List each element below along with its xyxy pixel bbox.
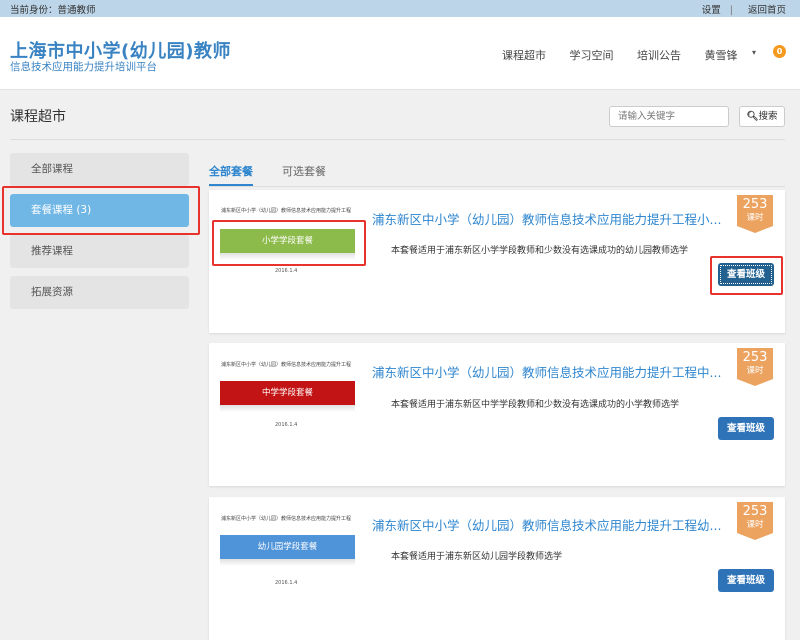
main-nav: 课程超市 学习空间 培训公告 黄雪锋 xyxy=(502,47,758,63)
current-identity: 当前身份：普通教师 xyxy=(10,5,96,16)
highlight-box-button xyxy=(710,256,783,295)
view-classes-button[interactable]: 查看班级 xyxy=(718,569,774,592)
package-card: 浦东新区中小学（幼儿园）教师信息技术应用能力提升工程 幼儿园学段套餐 2016.… xyxy=(209,497,785,640)
hours-unit: 课时 xyxy=(746,213,764,223)
hours-badge: 253 课时 xyxy=(737,502,773,540)
search-input[interactable] xyxy=(609,106,729,127)
site-subtitle: 信息技术应用能力提升培训平台 xyxy=(10,61,157,73)
user-dropdown-caret-icon[interactable]: ▾ xyxy=(752,48,756,57)
hours-badge: 253 课时 xyxy=(737,348,773,386)
sidebar-item-all-courses[interactable]: 全部课程 xyxy=(10,153,189,186)
hours-unit: 课时 xyxy=(746,520,764,530)
site-header: 上海市中小学(幼儿园)教师 信息技术应用能力提升培训平台 课程超市 学习空间 培… xyxy=(0,17,800,90)
hours-badge: 253 课时 xyxy=(737,195,773,233)
thumbnail-footer: 2016.1.4 xyxy=(275,268,298,274)
hours-value: 253 xyxy=(742,504,768,519)
thumbnail-title: 浦东新区中小学（幼儿园）教师信息技术应用能力提升工程 xyxy=(221,208,352,214)
nav-user-name[interactable]: 黄雪锋 xyxy=(705,49,738,62)
view-classes-button[interactable]: 查看班级 xyxy=(718,417,774,440)
highlight-box-sidebar xyxy=(2,186,200,235)
thumbnail-footer: 2016.1.4 xyxy=(275,580,298,586)
thumbnail-title: 浦东新区中小学（幼儿园）教师信息技术应用能力提升工程 xyxy=(221,362,352,368)
thumbnail-title: 浦东新区中小学（幼儿园）教师信息技术应用能力提升工程 xyxy=(221,516,352,522)
thumbnail-footer: 2016.1.4 xyxy=(275,422,298,428)
search-button-label: 搜索 xyxy=(758,111,778,122)
package-title[interactable]: 浦东新区中小学（幼儿园）教师信息技术应用能力提升工程幼... xyxy=(372,515,721,534)
package-description: 本套餐适用于浦东新区中学学段教师和少数没有选课成功的小学教师选学 xyxy=(391,400,680,410)
package-description: 本套餐适用于浦东新区幼儿园学段教师选学 xyxy=(391,552,563,562)
package-card: 浦东新区中小学（幼儿园）教师信息技术应用能力提升工程 中学学段套餐 2016.1… xyxy=(209,343,785,486)
package-title[interactable]: 浦东新区中小学（幼儿园）教师信息技术应用能力提升工程小... xyxy=(372,209,721,228)
top-links: 设置 | 返回首页 xyxy=(696,2,786,16)
search-button[interactable]: 🔍︎搜索 xyxy=(739,106,785,127)
page-divider xyxy=(10,139,785,140)
hours-value: 253 xyxy=(742,197,768,212)
page-title: 课程超市 xyxy=(10,109,66,125)
hours-unit: 课时 xyxy=(746,366,764,376)
highlight-box-thumbnail xyxy=(212,220,366,266)
nav-learning-space[interactable]: 学习空间 xyxy=(570,49,614,62)
tab-optional-packages[interactable]: 可选套餐 xyxy=(282,163,326,179)
hours-value: 253 xyxy=(742,350,768,365)
settings-link[interactable]: 设置 xyxy=(702,5,721,16)
notification-badge[interactable]: 0 xyxy=(773,45,786,58)
top-links-separator: | xyxy=(729,5,733,16)
package-description: 本套餐适用于浦东新区小学学段教师和少数没有选课成功的幼儿园教师选学 xyxy=(391,246,689,256)
thumbnail-banner[interactable]: 中学学段套餐 xyxy=(220,381,355,412)
thumbnail-banner[interactable]: 幼儿园学段套餐 xyxy=(220,535,355,566)
top-bar: 当前身份：普通教师 设置 | 返回首页 xyxy=(0,0,800,17)
search-icon: 🔍︎ xyxy=(746,111,759,122)
tabs-divider xyxy=(209,186,785,187)
home-link[interactable]: 返回首页 xyxy=(748,5,786,16)
package-title[interactable]: 浦东新区中小学（幼儿园）教师信息技术应用能力提升工程中... xyxy=(372,362,721,381)
sidebar-item-recommended[interactable]: 推荐课程 xyxy=(10,235,189,268)
sidebar-item-extended-resources[interactable]: 拓展资源 xyxy=(10,276,189,309)
nav-course-market[interactable]: 课程超市 xyxy=(502,49,546,62)
nav-announcements[interactable]: 培训公告 xyxy=(637,49,681,62)
tab-all-packages[interactable]: 全部套餐 xyxy=(209,163,253,179)
